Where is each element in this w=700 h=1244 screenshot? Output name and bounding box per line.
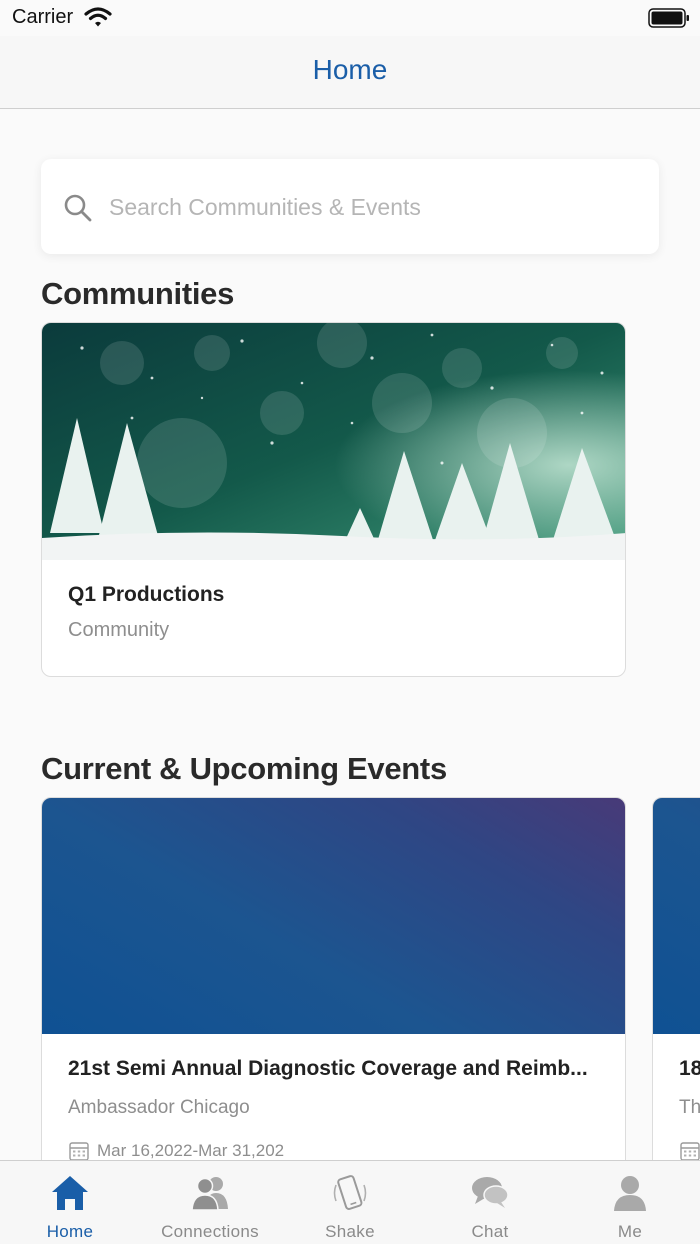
home-icon: [52, 1176, 88, 1210]
community-name: Q1 Productions: [68, 583, 225, 606]
event-card[interactable]: 21st Semi Annual Diagnostic Coverage and…: [41, 797, 626, 1161]
shake-icon: [333, 1175, 367, 1210]
search-bar[interactable]: [41, 159, 659, 254]
tab-label: Shake: [325, 1222, 375, 1241]
events-section-title: Current & Upcoming Events: [41, 751, 447, 786]
tab-bar: Home Connections Shake Chat Me: [0, 1160, 700, 1244]
event-title: 18: [679, 1057, 700, 1080]
tab-label: Connections: [161, 1222, 259, 1241]
community-cover-image: [42, 323, 625, 560]
event-date: Mar 16,2022-Mar 31,202: [97, 1141, 285, 1160]
tab-label: Me: [617, 1222, 643, 1241]
page-title: Home: [312, 54, 388, 85]
event-card[interactable]: 18 Th: [652, 797, 700, 1161]
tab-label: Chat: [471, 1222, 509, 1241]
event-venue: Ambassador Chicago: [68, 1097, 250, 1118]
battery-icon: [648, 8, 689, 28]
event-title: 21st Semi Annual Diagnostic Coverage and…: [68, 1057, 588, 1080]
navigation-bar: Home: [0, 36, 700, 109]
chat-icon: [472, 1177, 509, 1208]
event-cover-image: [653, 798, 700, 1034]
event-venue: Th: [679, 1097, 700, 1118]
communities-section-title: Communities: [41, 276, 235, 311]
tab-chat[interactable]: Chat: [420, 1161, 560, 1244]
events-carousel[interactable]: 21st Semi Annual Diagnostic Coverage and…: [0, 797, 700, 1161]
community-type: Community: [68, 619, 170, 641]
community-card[interactable]: Q1 Productions Community: [41, 322, 626, 677]
wifi-icon: [84, 7, 112, 27]
event-cover-image: [42, 798, 625, 1034]
connections-icon: [191, 1177, 228, 1211]
status-bar: Carrier: [0, 0, 700, 36]
search-input[interactable]: [109, 189, 629, 225]
profile-icon: [614, 1176, 646, 1211]
tab-connections[interactable]: Connections: [140, 1161, 280, 1244]
carrier-label: Carrier: [12, 6, 74, 28]
tab-shake[interactable]: Shake: [280, 1161, 420, 1244]
tab-label: Home: [46, 1222, 94, 1241]
calendar-icon: [680, 1142, 700, 1161]
search-icon: [64, 194, 92, 222]
calendar-icon: [69, 1142, 89, 1161]
tab-me[interactable]: Me: [560, 1161, 700, 1244]
tab-home[interactable]: Home: [0, 1161, 140, 1244]
